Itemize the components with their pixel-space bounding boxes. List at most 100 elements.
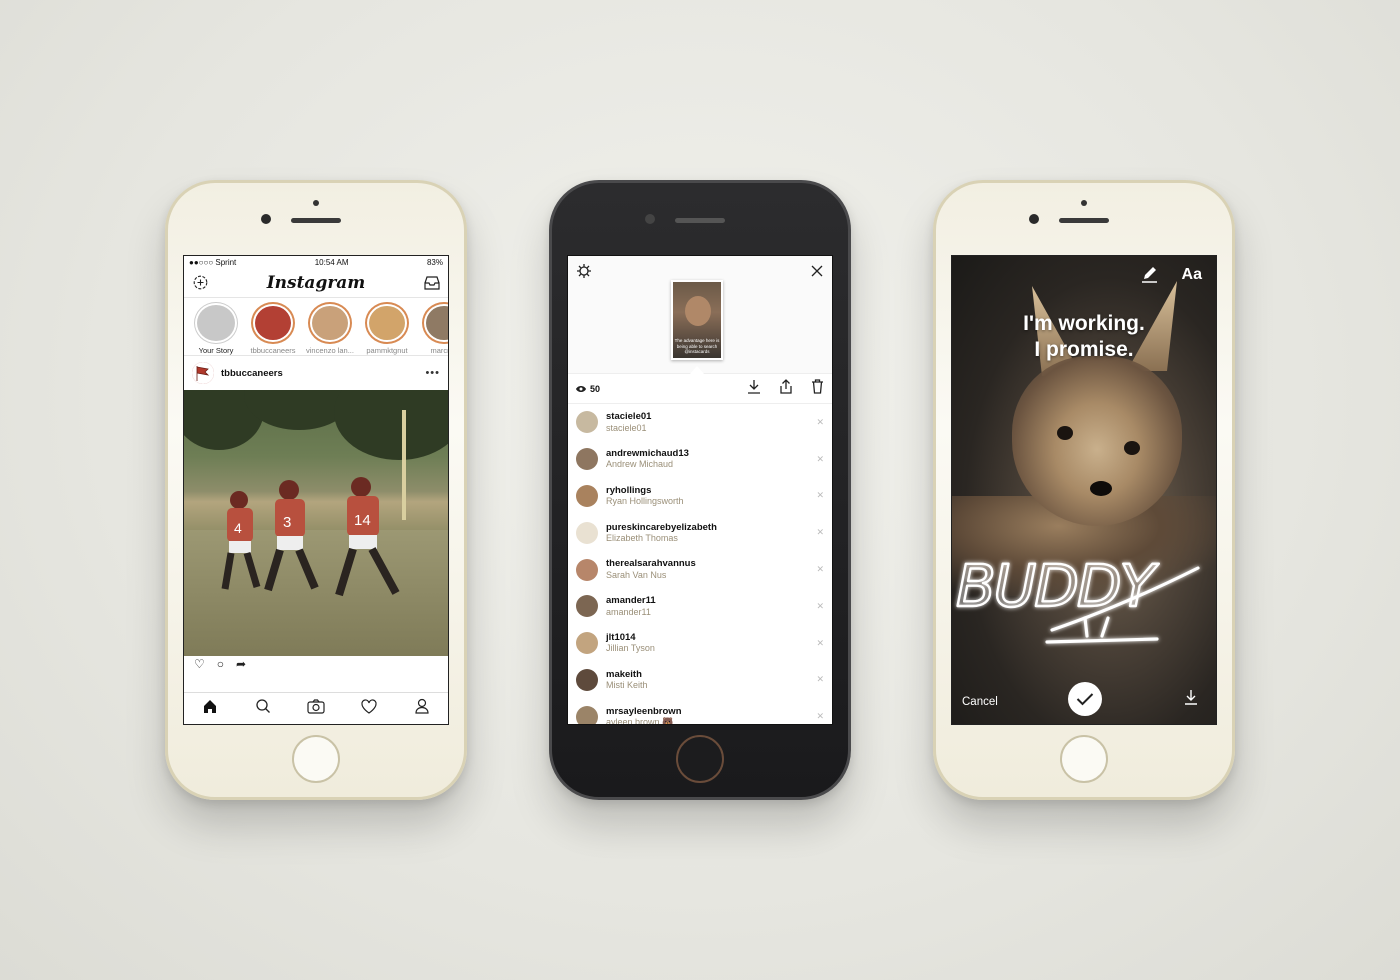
story-ring xyxy=(365,302,409,345)
story-item[interactable]: pammktgnut xyxy=(360,302,414,355)
story-avatar xyxy=(312,306,348,341)
viewer-row[interactable]: therealsarahvannus Sarah Van Nus ✕ xyxy=(568,551,832,588)
camera-icon[interactable] xyxy=(307,698,325,719)
post-username[interactable]: tbbuccaneers xyxy=(221,368,418,379)
home-button[interactable] xyxy=(292,735,340,783)
settings-icon[interactable] xyxy=(576,263,592,284)
viewer-avatar xyxy=(576,558,598,581)
delete-icon[interactable] xyxy=(811,378,824,399)
hide-viewer-icon[interactable]: ✕ xyxy=(816,638,824,649)
viewer-username: staciele01 xyxy=(606,411,652,423)
download-icon[interactable] xyxy=(747,379,761,399)
viewer-row[interactable]: mrsayleenbrown ayleen brown 🐻 ✕ xyxy=(568,698,832,724)
hide-viewer-icon[interactable]: ✕ xyxy=(816,601,824,612)
proximity-sensor xyxy=(1081,200,1087,206)
thumbnail-face xyxy=(685,296,711,326)
search-icon[interactable] xyxy=(255,698,271,719)
viewer-avatar xyxy=(576,411,598,434)
hide-viewer-icon[interactable]: ✕ xyxy=(816,490,824,501)
cancel-button[interactable]: Cancel xyxy=(962,696,998,708)
share-icon[interactable] xyxy=(779,378,793,399)
home-button[interactable] xyxy=(1060,735,1108,783)
thumbnail-pointer xyxy=(690,366,704,374)
story-thumbnail[interactable]: The advantage here is being able to sear… xyxy=(671,280,723,360)
earpiece-speaker xyxy=(291,218,341,223)
post-header: tbbuccaneers ••• xyxy=(184,356,448,390)
save-download-icon[interactable] xyxy=(1184,689,1198,710)
hide-viewer-icon[interactable]: ✕ xyxy=(816,527,824,538)
story-name: vincenzo lan... xyxy=(306,346,354,355)
viewer-list: staciele01 staciele01 ✕ andrewmichaud13 Andr… xyxy=(568,404,832,724)
battery-label: 83% xyxy=(426,257,443,267)
hide-viewer-icon[interactable]: ✕ xyxy=(816,674,824,685)
story-stats-row: 50 xyxy=(568,374,832,404)
dog-left-eye xyxy=(1057,426,1073,440)
feed-header: Instagram xyxy=(184,268,448,298)
doodle-drawing[interactable]: BUDDY xyxy=(952,546,1216,676)
post-actions: ♡ ○ ➦ xyxy=(184,656,448,672)
svg-text:4: 4 xyxy=(234,520,242,536)
app-logo: Instagram xyxy=(266,272,366,293)
post-avatar[interactable] xyxy=(192,362,214,384)
viewer-row[interactable]: amander11 amander11 ✕ xyxy=(568,588,832,625)
doodle-text: BUDDY xyxy=(956,552,1160,620)
viewer-username: makeith xyxy=(606,668,642,680)
story-item[interactable]: marcma xyxy=(417,302,448,355)
tab-bar xyxy=(184,692,448,724)
draw-pen-icon[interactable] xyxy=(1141,266,1158,288)
viewer-full-name: amander11 xyxy=(606,606,651,617)
viewer-row[interactable]: andrewmichaud13 Andrew Michaud ✕ xyxy=(568,441,832,478)
story-ring xyxy=(308,302,352,345)
story-caption[interactable]: I'm working. I promise. xyxy=(952,311,1216,364)
status-bar: ●●○○○ Sprint 10:54 AM 83% xyxy=(184,256,448,268)
confirm-button[interactable] xyxy=(1068,682,1102,716)
story-avatar xyxy=(255,306,291,341)
viewer-row[interactable]: pureskincarebyelizabeth Elizabeth Thomas ✕ xyxy=(568,514,832,551)
inbox-icon[interactable] xyxy=(423,274,441,292)
view-count: 50 xyxy=(590,383,601,394)
story-avatar xyxy=(197,305,235,342)
eye-icon xyxy=(576,380,586,398)
viewer-row[interactable]: makeith Misti Keith ✕ xyxy=(568,662,832,699)
clock: 10:54 AM xyxy=(314,257,349,267)
story-canvas[interactable]: Aa I'm working. I promise. BUDDY Cancel xyxy=(952,256,1216,724)
story-item[interactable]: Your Story xyxy=(189,302,243,355)
heart-icon[interactable] xyxy=(361,698,377,719)
share-icon[interactable]: ➦ xyxy=(236,657,246,671)
hide-viewer-icon[interactable]: ✕ xyxy=(816,454,824,465)
svg-text:14: 14 xyxy=(354,512,371,529)
viewer-row[interactable]: jlt1014 Jillian Tyson ✕ xyxy=(568,625,832,662)
story-item[interactable]: tbbuccaneers xyxy=(246,302,300,355)
viewer-username: mrsayleenbrown xyxy=(606,705,682,717)
phone-editor: Aa I'm working. I promise. BUDDY Cancel xyxy=(933,180,1235,800)
post-photo[interactable]: 4 3 14 xyxy=(184,390,448,656)
viewer-avatar xyxy=(576,668,598,691)
thumbnail-caption: The advantage here is being able to sear… xyxy=(674,338,720,354)
profile-icon[interactable] xyxy=(414,698,430,719)
close-icon[interactable] xyxy=(811,264,823,282)
like-icon[interactable]: ♡ xyxy=(194,657,205,671)
story-name: marcma xyxy=(430,346,448,355)
post-more-icon[interactable]: ••• xyxy=(425,367,440,379)
phone-viewers: The advantage here is being able to sear… xyxy=(549,180,851,800)
proximity-sensor xyxy=(313,200,319,206)
text-tool-button[interactable]: Aa xyxy=(1182,266,1202,284)
viewers-screen: The advantage here is being able to sear… xyxy=(567,255,833,725)
viewer-row[interactable]: ryhollings Ryan Hollingsworth ✕ xyxy=(568,478,832,515)
home-icon[interactable] xyxy=(202,698,218,719)
story-name: pammktgnut xyxy=(366,346,408,355)
feed-screen: ●●○○○ Sprint 10:54 AM 83% Instagram Your… xyxy=(183,255,449,725)
comment-icon[interactable]: ○ xyxy=(217,657,224,671)
viewer-row[interactable]: staciele01 staciele01 ✕ xyxy=(568,404,832,441)
players-illustration: 4 3 14 xyxy=(221,477,400,597)
story-item[interactable]: vincenzo lan... xyxy=(303,302,357,355)
hide-viewer-icon[interactable]: ✕ xyxy=(816,564,824,575)
hide-viewer-icon[interactable]: ✕ xyxy=(816,417,824,428)
carrier-label: ●●○○○ Sprint xyxy=(189,257,237,267)
home-button[interactable] xyxy=(676,735,724,783)
add-story-icon[interactable] xyxy=(191,274,209,292)
hide-viewer-icon[interactable]: ✕ xyxy=(816,711,824,722)
story-ring xyxy=(422,302,448,345)
dog-nose xyxy=(1090,481,1112,496)
story-name: Your Story xyxy=(198,346,234,355)
